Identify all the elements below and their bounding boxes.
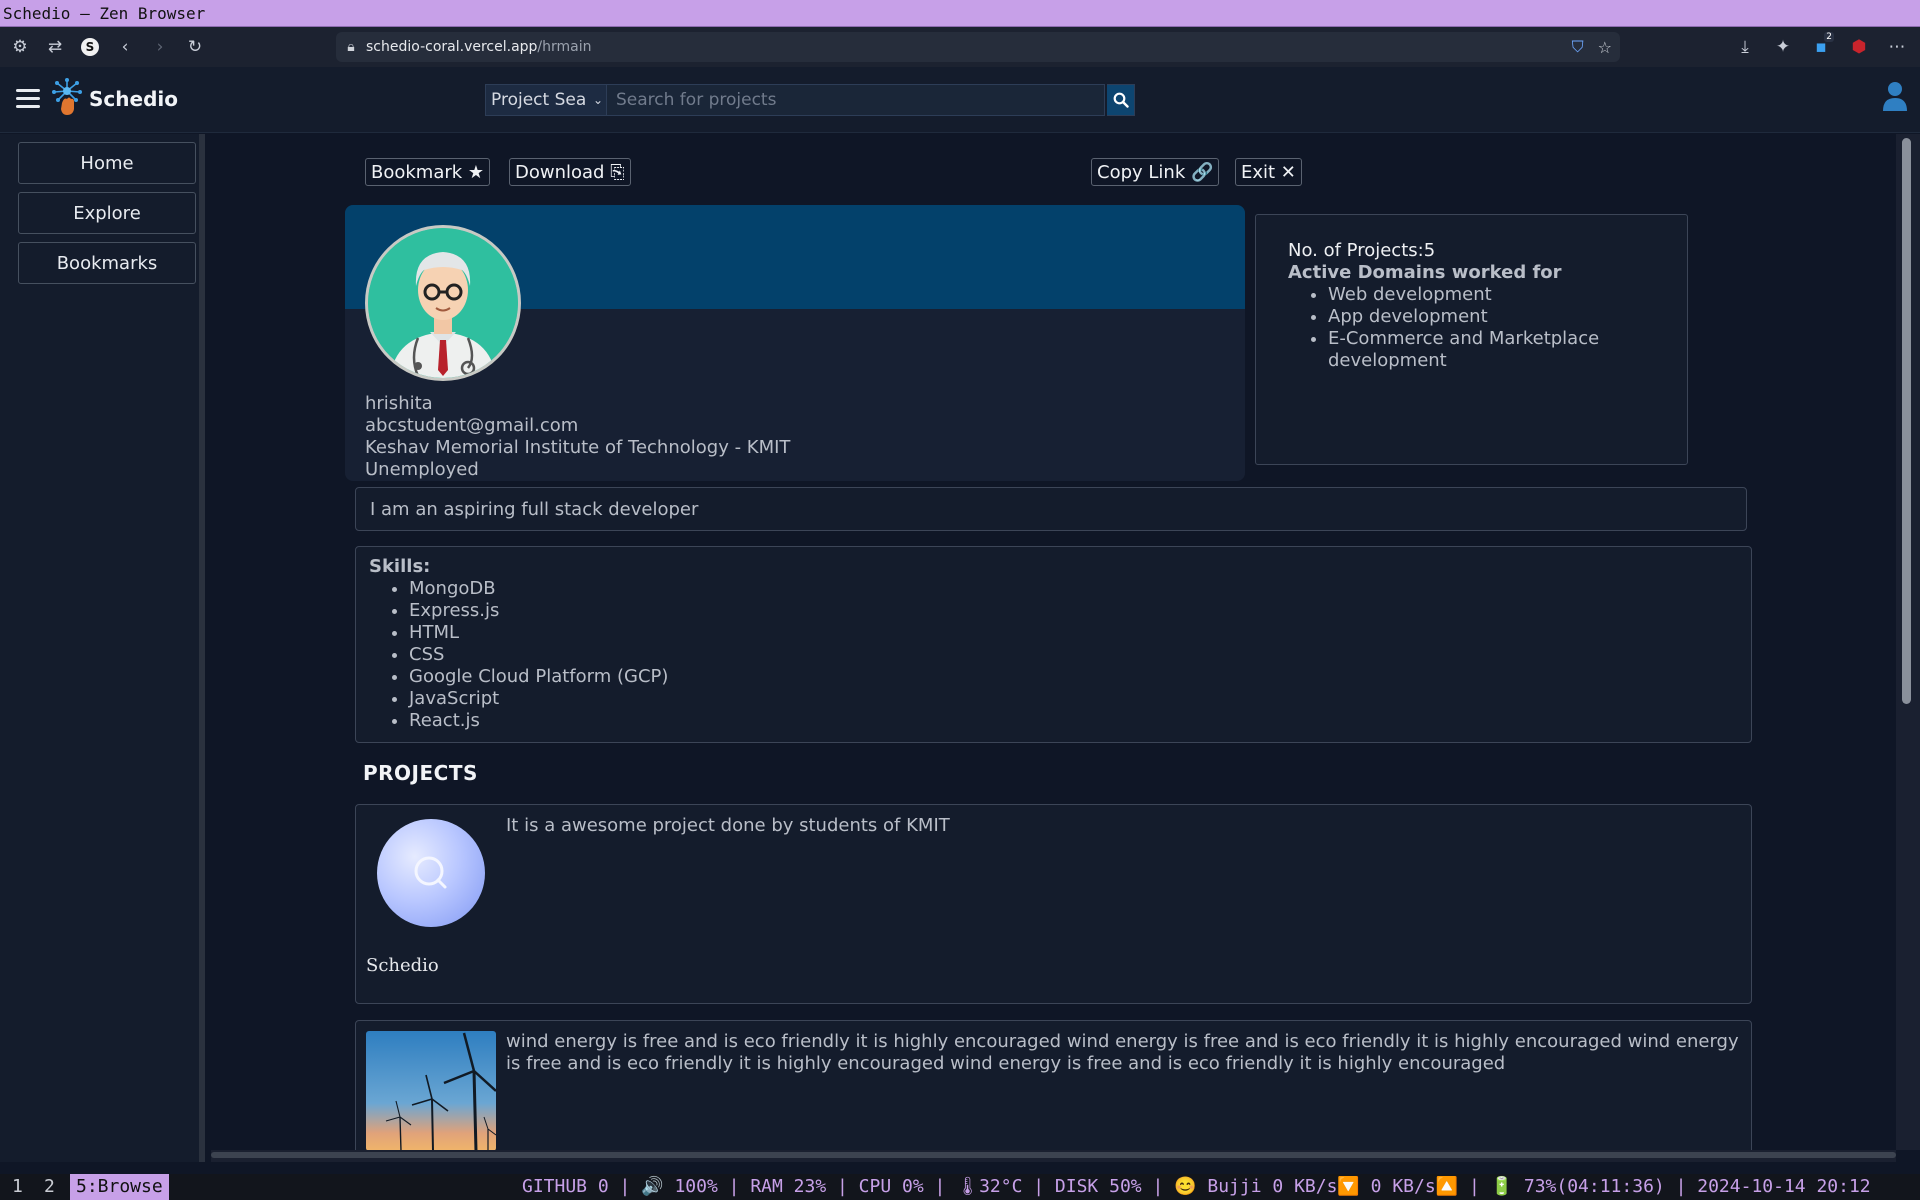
switch-tabs-icon[interactable]: ⇄ bbox=[38, 30, 72, 64]
project-thumbnail bbox=[377, 819, 485, 927]
app-header: Schedio Project Sea ⌄ bbox=[0, 67, 1920, 133]
horizontal-scrollbar[interactable] bbox=[211, 1150, 1896, 1162]
domain-item: Web development bbox=[1328, 284, 1655, 306]
workspace-2[interactable]: 2 bbox=[38, 1174, 61, 1200]
skill-item: React.js bbox=[409, 710, 1738, 732]
avatar bbox=[365, 225, 521, 381]
about-text: I am an aspiring full stack developer bbox=[355, 487, 1747, 531]
sidebar: Home Explore Bookmarks bbox=[0, 134, 205, 1162]
window-title: Schedio — Zen Browser bbox=[0, 0, 1920, 27]
bookmark-button[interactable]: Bookmark ★ bbox=[365, 158, 491, 186]
reload-icon[interactable]: ↻ bbox=[178, 30, 212, 64]
vertical-scrollbar[interactable] bbox=[1896, 134, 1920, 1150]
scrollbar-thumb[interactable] bbox=[211, 1152, 1896, 1158]
url-text[interactable]: schedio-coral.vercel.app/hrmain bbox=[366, 39, 592, 55]
back-icon[interactable]: ‹ bbox=[108, 30, 142, 64]
workspace-browse[interactable]: 5:Browse bbox=[70, 1174, 169, 1200]
url-bar[interactable]: 🔒︎ schedio-coral.vercel.app/hrmain ⛉ ☆ bbox=[336, 32, 1620, 62]
site-favicon-icon[interactable]: S bbox=[73, 30, 107, 64]
schedio-logo-icon bbox=[52, 78, 82, 115]
url-host: schedio-coral.vercel.app bbox=[366, 39, 538, 55]
skill-item: JavaScript bbox=[409, 688, 1738, 710]
hamburger-menu-icon[interactable] bbox=[16, 89, 40, 109]
stats-card: No. of Projects:5 Active Domains worked … bbox=[1255, 214, 1688, 465]
sidebar-item-home[interactable]: Home bbox=[18, 142, 196, 184]
downloads-icon[interactable]: ⤓ bbox=[1728, 30, 1762, 64]
forward-icon[interactable]: › bbox=[143, 30, 177, 64]
profile-status: Unemployed bbox=[365, 459, 479, 480]
project-name[interactable]: Schedio bbox=[366, 955, 439, 976]
menu-icon[interactable]: ⋯ bbox=[1880, 30, 1914, 64]
search-icon bbox=[1113, 92, 1129, 108]
search-button[interactable] bbox=[1107, 84, 1135, 116]
search-bar: Project Sea ⌄ bbox=[485, 84, 1135, 116]
sidebar-item-bookmarks[interactable]: Bookmarks bbox=[18, 242, 196, 284]
extensions-icon[interactable]: ✦ bbox=[1766, 30, 1800, 64]
skills-list: MongoDB Express.js HTML CSS Google Cloud… bbox=[409, 578, 1738, 732]
copy-link-button[interactable]: Copy Link 🔗 bbox=[1091, 158, 1220, 186]
domain-item: App development bbox=[1328, 306, 1655, 328]
domain-item: E-Commerce and Marketplace development bbox=[1328, 328, 1655, 372]
projects-title: PROJECTS bbox=[363, 761, 478, 785]
tracking-shield-icon[interactable]: ⛉ bbox=[1572, 37, 1584, 57]
bookmark-star-icon[interactable]: ☆ bbox=[1598, 38, 1612, 57]
doctor-avatar-icon bbox=[368, 228, 518, 378]
skill-item: CSS bbox=[409, 644, 1738, 666]
download-button[interactable]: Download ⎘ bbox=[509, 158, 631, 186]
main-content: Bookmark ★ Download ⎘ Copy Link 🔗 Exit ✕ bbox=[211, 134, 1896, 1150]
skill-item: Google Cloud Platform (GCP) bbox=[409, 666, 1738, 688]
domains-title: Active Domains worked for bbox=[1288, 262, 1562, 283]
workspace-1[interactable]: 1 bbox=[6, 1174, 29, 1200]
search-input[interactable] bbox=[607, 84, 1105, 116]
search-scope-value: Project Sea bbox=[491, 90, 587, 110]
browser-toolbar: ⚙ ⇄ S ‹ › ↻ 🔒︎ schedio-coral.vercel.app/… bbox=[0, 27, 1920, 67]
extension-count: 2 bbox=[1824, 32, 1834, 42]
profile-name: hrishita bbox=[365, 393, 433, 414]
scrollbar-thumb[interactable] bbox=[1902, 138, 1911, 704]
search-icon bbox=[414, 856, 447, 889]
user-account-icon[interactable] bbox=[1882, 81, 1908, 111]
project-card[interactable]: It is a awesome project done by students… bbox=[355, 804, 1752, 1004]
skill-item: MongoDB bbox=[409, 578, 1738, 600]
url-path: /hrmain bbox=[537, 39, 592, 55]
sidebar-item-explore[interactable]: Explore bbox=[18, 192, 196, 234]
skills-title: Skills: bbox=[369, 556, 431, 577]
skill-item: HTML bbox=[409, 622, 1738, 644]
ublock-icon[interactable]: ⬢ bbox=[1842, 30, 1876, 64]
project-description: It is a awesome project done by students… bbox=[506, 815, 950, 836]
profile-college: Keshav Memorial Institute of Technology … bbox=[365, 437, 791, 458]
system-status-bar: 1 2 5:Browse GITHUB 0 | 🔊 100% | RAM 23%… bbox=[0, 1174, 1920, 1200]
profile-card: hrishita abcstudent@gmail.com Keshav Mem… bbox=[345, 205, 1245, 481]
system-info: GITHUB 0 | 🔊 100% | RAM 23% | CPU 0% | 🌡… bbox=[522, 1176, 1871, 1197]
wind-turbine-image bbox=[366, 1031, 496, 1150]
project-card[interactable]: wind energy is free and is eco friendly … bbox=[355, 1020, 1752, 1150]
profile-email: abcstudent@gmail.com bbox=[365, 415, 579, 436]
settings-icon[interactable]: ⚙ bbox=[3, 30, 37, 64]
exit-button[interactable]: Exit ✕ bbox=[1235, 158, 1302, 186]
profile-info: hrishita abcstudent@gmail.com Keshav Mem… bbox=[365, 393, 790, 481]
domains-list: Web development App development E-Commer… bbox=[1328, 284, 1655, 372]
chevron-down-icon: ⌄ bbox=[590, 93, 603, 107]
brand-name[interactable]: Schedio bbox=[89, 87, 178, 111]
project-thumbnail bbox=[366, 1031, 496, 1150]
projects-count: No. of Projects:5 bbox=[1288, 240, 1436, 261]
site-badge-label: S bbox=[81, 38, 99, 56]
search-scope-select[interactable]: Project Sea ⌄ bbox=[485, 84, 607, 116]
lock-icon: 🔒︎ bbox=[347, 39, 355, 55]
skills-section: Skills: MongoDB Express.js HTML CSS Goog… bbox=[355, 546, 1752, 743]
project-description: wind energy is free and is eco friendly … bbox=[506, 1031, 1739, 1074]
extension-badge-icon[interactable]: ▪ 2 bbox=[1804, 30, 1838, 64]
skill-item: Express.js bbox=[409, 600, 1738, 622]
